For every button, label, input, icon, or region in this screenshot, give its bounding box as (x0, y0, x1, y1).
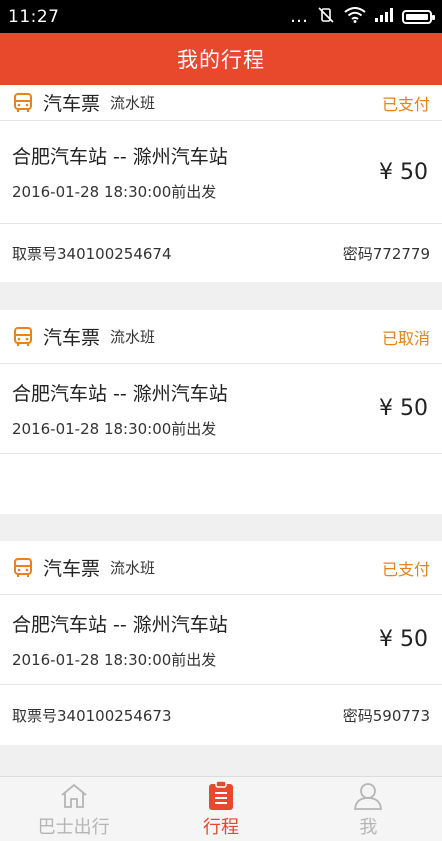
ticket-type: 汽车票 (43, 327, 101, 349)
trip-card[interactable]: 汽车票 流水班 已支付 合肥汽车站 -- 滁州汽车站 2016-01-28 18… (0, 85, 442, 282)
ticket-type: 汽车票 (43, 558, 101, 580)
ticket-type: 汽车票 (43, 93, 101, 115)
bus-icon (12, 92, 34, 114)
tab-label: 巴士出行 (37, 817, 110, 838)
trip-card-body[interactable]: 合肥汽车站 -- 滁州汽车站 2016-01-28 18:30:00前出发 ¥ … (0, 121, 442, 224)
person-icon (352, 779, 384, 813)
price: ¥ 50 (379, 396, 428, 421)
trip-card[interactable]: 汽车票 流水班 已支付 合肥汽车站 -- 滁州汽车站 2016-01-28 18… (0, 541, 442, 745)
price: ¥ 50 (379, 159, 428, 185)
ticket-number: 取票号340100254674 (12, 244, 172, 263)
tab-me[interactable]: 我 (295, 777, 442, 841)
status-bar: 11:27 … (0, 0, 442, 33)
trip-card[interactable]: 汽车票 流水班 已取消 合肥汽车站 -- 滁州汽车站 2016-01-28 18… (0, 310, 442, 514)
departure-time: 2016-01-28 18:30:00前出发 (12, 183, 217, 201)
page-title: 我的行程 (0, 33, 442, 85)
price: ¥ 50 (379, 627, 428, 652)
ticket-subtype: 流水班 (110, 559, 156, 577)
status-icons: … (290, 5, 435, 28)
status-badge: 已取消 (381, 328, 430, 348)
trip-card-footer (0, 454, 442, 514)
trip-card-footer: 取票号340100254674 密码772779 (0, 224, 442, 282)
trip-list[interactable]: 汽车票 流水班 已支付 合肥汽车站 -- 滁州汽车站 2016-01-28 18… (0, 85, 442, 776)
trip-card-header: 汽车票 流水班 已支付 (0, 85, 442, 121)
clock: 11:27 (8, 6, 60, 27)
departure-time: 2016-01-28 18:30:00前出发 (12, 650, 217, 669)
departure-time: 2016-01-28 18:30:00前出发 (12, 419, 217, 438)
trip-card-footer: 取票号340100254673 密码590773 (0, 685, 442, 745)
more-notifications-icon: … (290, 5, 308, 27)
ticket-password: 密码772779 (342, 244, 430, 263)
status-badge: 已支付 (381, 94, 430, 114)
clipboard-icon (208, 779, 234, 813)
vibrate-off-icon (317, 6, 335, 28)
route-text: 合肥汽车站 -- 滁州汽车站 (12, 613, 228, 636)
tab-label: 我 (359, 817, 378, 838)
bus-icon (12, 326, 34, 348)
ticket-number: 取票号340100254673 (12, 706, 172, 725)
ticket-subtype: 流水班 (110, 328, 156, 346)
trip-card-header: 汽车票 流水班 已取消 (0, 310, 442, 364)
trip-card-header: 汽车票 流水班 已支付 (0, 541, 442, 595)
wifi-icon (344, 6, 366, 27)
ticket-subtype: 流水班 (110, 94, 156, 112)
route-text: 合肥汽车站 -- 滁州汽车站 (12, 382, 228, 405)
tab-label: 行程 (202, 817, 239, 838)
home-icon (59, 779, 89, 813)
tab-trips[interactable]: 行程 (147, 777, 294, 841)
status-badge: 已支付 (381, 559, 430, 579)
ticket-password: 密码590773 (342, 706, 430, 725)
route-text: 合肥汽车站 -- 滁州汽车站 (12, 146, 228, 168)
signal-icon (375, 7, 393, 26)
trip-card-body[interactable]: 合肥汽车站 -- 滁州汽车站 2016-01-28 18:30:00前出发 ¥ … (0, 595, 442, 685)
bus-icon (12, 557, 34, 579)
tab-bus-travel[interactable]: 巴士出行 (0, 777, 147, 841)
trip-card-body[interactable]: 合肥汽车站 -- 滁州汽车站 2016-01-28 18:30:00前出发 ¥ … (0, 364, 442, 454)
bottom-tab-bar: 巴士出行 行程 我 (0, 776, 442, 841)
battery-icon (402, 9, 435, 24)
